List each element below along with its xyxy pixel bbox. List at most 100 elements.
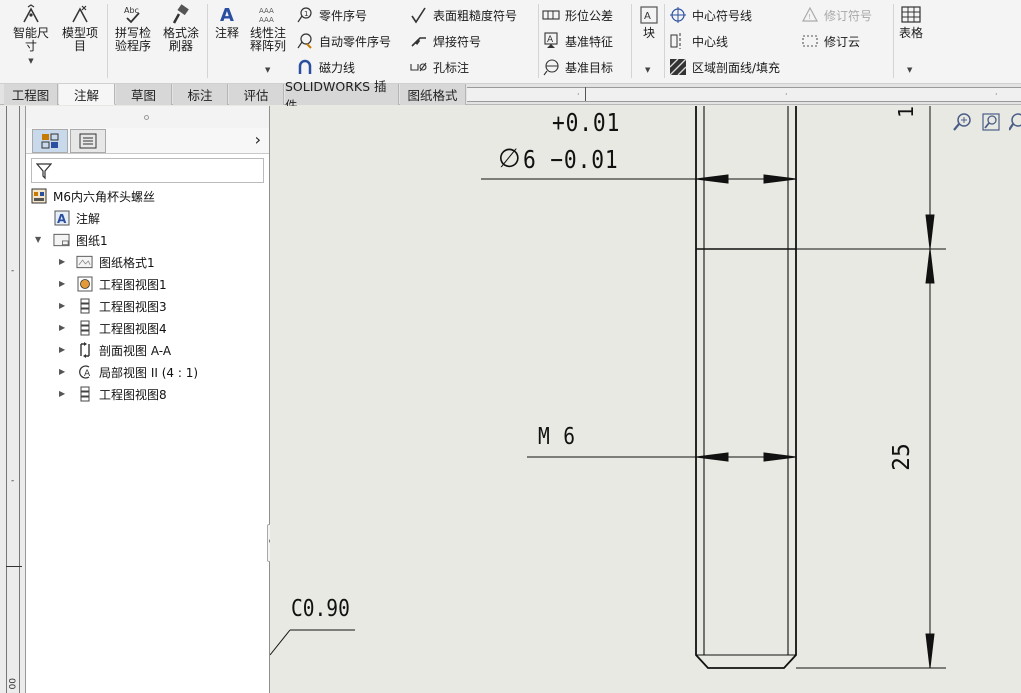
tables-label: 表格 [898,26,923,40]
centerline-icon [670,33,681,49]
spell-check-icon: Abc [124,6,140,24]
chamfer-label-text[interactable]: C0.90 [291,596,350,622]
sheet-format-icon [76,255,93,269]
panel-tab-bar: › [26,128,269,154]
area-hatch-button[interactable]: 区域剖面线/填充 [669,57,780,77]
note-icon: A [220,5,234,26]
revision-cloud-button[interactable]: 修订云 [801,31,860,51]
tree-item-drawing-view[interactable]: 工程图视图1 [76,274,167,294]
tree-filter-box[interactable] [31,158,264,183]
expand-arrow-icon[interactable]: ▶ [59,279,65,288]
gtol-label: 形位公差 [565,8,614,23]
tree-item-sheet-format[interactable]: 图纸格式1 [76,252,155,272]
chevron-down-icon[interactable]: ▼ [907,66,912,74]
surface-finish-button[interactable]: 表面粗糙度符号 [410,5,517,25]
tolerance-upper-text[interactable]: +0.01 [552,108,620,137]
tab-markup[interactable]: 标注 [173,84,228,105]
zoom-to-fit-icon[interactable] [953,112,973,132]
block-button[interactable]: A 块 [636,4,662,40]
tree-item-label: 图纸格式1 [99,255,155,270]
expand-arrow-icon[interactable]: ▶ [59,367,65,376]
revision-symbol-label: 修订符号 [824,8,873,23]
tab-sheet-format[interactable]: 图纸格式 [400,84,466,105]
diameter-dimension [481,174,797,184]
datum-feature-button[interactable]: A 基准特征 [542,31,613,51]
zoom-previous-icon[interactable] [1009,112,1021,132]
expand-arrow-icon[interactable]: ▶ [59,345,65,354]
revision-cloud-label: 修订云 [824,34,861,49]
diameter-dimension-text[interactable]: ∅ 6 −0.01 [498,144,635,174]
tab-bar-scroll-track[interactable]: · · · [467,87,1021,102]
tree-item-drawing-view[interactable]: 工程图视图3 [76,296,167,316]
linear-note-pattern-button[interactable]: AAA AAA 线性注 释阵列 [246,4,290,53]
weld-symbol-label: 焊接符号 [433,34,482,49]
expand-arrow-icon[interactable]: ▶ [59,301,65,310]
tree-item-section-view[interactable]: 剖面视图 A-A [76,340,171,360]
note-button[interactable]: A 注释 [210,4,244,40]
partial-dimension-text[interactable]: 1 [894,106,918,118]
tab-drawing[interactable]: 工程图 [4,84,58,105]
datum-target-button[interactable]: 基准目标 [542,57,613,77]
tree-item-detail-view[interactable]: A 局部视图 II (4 : 1) [76,362,198,382]
length-dimension-text[interactable]: 25 [889,443,915,471]
weld-symbol-button[interactable]: 焊接符号 [410,31,481,51]
tab-sketch[interactable]: 草图 [116,84,172,105]
center-mark-icon [670,7,686,23]
hole-callout-icon [410,62,427,72]
magnetic-line-label: 磁力线 [319,60,356,75]
tree-item-sheet[interactable]: 图纸1 [53,230,108,250]
gtol-button[interactable]: 形位公差 [542,5,613,25]
filter-icon[interactable] [36,162,52,180]
revision-symbol-button[interactable]: ! 修订符号 [801,5,872,25]
svg-text:AAA: AAA [259,7,274,15]
tree-item-drawing-view[interactable]: 工程图视图8 [76,384,167,404]
model-items-button[interactable]: 模型项 目 [57,4,103,53]
drawing-view-icon [77,276,92,292]
tables-button[interactable]: 表格 [896,4,926,40]
drawing-sheet [270,106,946,669]
svg-text:A: A [547,35,554,45]
panel-grip[interactable] [26,106,269,128]
hole-callout-button[interactable]: 孔标注 [410,57,469,77]
expand-arrow-icon[interactable]: ▶ [59,257,65,266]
datum-target-icon [543,59,559,76]
zoom-to-area-icon[interactable] [981,112,1001,132]
tree-item-label: 局部视图 II (4 : 1) [99,365,199,380]
tree-item-drawing-view[interactable]: 工程图视图4 [76,318,167,338]
table-icon [901,6,921,23]
center-mark-button[interactable]: 中心符号线 [669,5,752,25]
chevron-down-icon[interactable]: ▼ [645,66,650,74]
centerline-button[interactable]: 中心线 [669,31,728,51]
tree-item-label: 工程图视图3 [99,299,167,314]
tab-annotation[interactable]: 注解 [59,84,115,105]
balloon-icon: 1 [297,7,312,23]
expand-arrow-icon[interactable]: ▶ [59,389,65,398]
drawing-canvas[interactable]: +0.01 ∅ 6 −0.01 M 6 25 1 C0.90 [270,106,1021,693]
tab-evaluate[interactable]: 评估 [229,84,284,105]
collapse-arrow-icon[interactable]: ▼ [35,235,41,244]
balloon-label: 零件序号 [319,8,368,23]
format-painter-label: 格式涂 刷器 [162,26,199,53]
spell-check-label: 拼写检 验程序 [114,26,151,53]
tab-solidworks-addins[interactable]: SOLIDWORKS 插件 [285,79,399,113]
format-painter-button[interactable]: 格式涂 刷器 [158,4,204,53]
smart-dimension-button[interactable]: 智能尺 寸 ▼ [8,4,54,68]
chevron-down-icon[interactable]: ▼ [265,66,270,74]
thread-label-text[interactable]: M 6 [538,424,576,450]
expand-arrow-icon[interactable]: ▶ [59,323,65,332]
datum-target-label: 基准目标 [565,60,614,75]
magnetic-line-button[interactable]: 磁力线 [296,57,355,77]
spell-check-button[interactable]: Abc 拼写检 验程序 [110,4,156,53]
balloon-button[interactable]: 1 零件序号 [296,5,367,25]
property-manager-tab[interactable] [70,129,106,153]
tree-item-annotations[interactable]: A 注解 [53,208,100,228]
auto-balloon-button[interactable]: 自动零件序号 [296,31,391,51]
feature-tree-tab[interactable] [32,129,68,153]
command-manager-ribbon: 智能尺 寸 ▼ 模型项 目 Abc 拼写检 验程序 格式涂 刷器 A 注释 AA… [0,0,1021,84]
chevron-right-icon[interactable]: › [255,130,261,149]
chevron-down-icon[interactable]: ▼ [28,55,33,68]
tree-root-document[interactable]: M6内六角杯头螺丝 [30,186,155,206]
section-view-icon [79,342,90,358]
projected-view-icon [80,386,89,402]
ribbon-separator [538,4,539,78]
